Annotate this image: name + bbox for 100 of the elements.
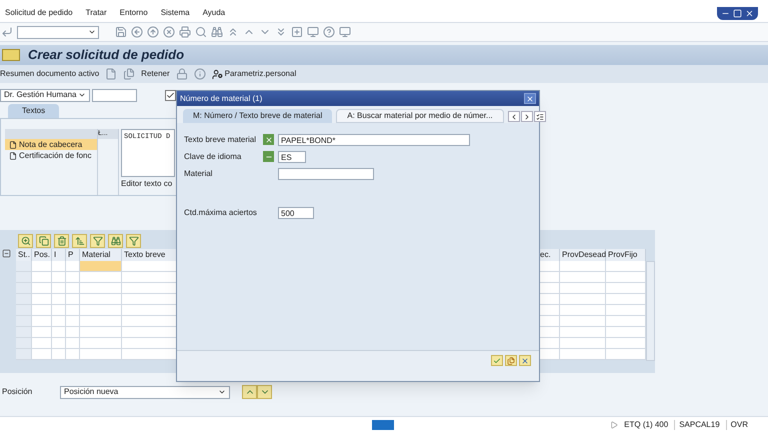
up-button[interactable] [242,385,257,399]
table-cell[interactable] [538,272,560,283]
table-cell[interactable] [32,305,52,316]
table-cell[interactable] [16,305,32,316]
play-icon[interactable] [610,420,618,428]
table-cell[interactable] [66,283,80,294]
table-cell[interactable] [80,272,122,283]
filter-button[interactable] [126,234,141,248]
save-icon[interactable] [115,26,127,38]
tab-list-button[interactable] [534,111,546,122]
info-icon[interactable] [194,68,206,80]
table-cell[interactable] [606,338,646,349]
dialog-tab[interactable]: A: Buscar material por medio de númer... [336,109,504,123]
cancel-button[interactable] [519,355,531,366]
last-page-icon[interactable] [275,26,287,38]
search-icon[interactable] [195,26,207,38]
system-info[interactable]: ETQ (1) 400 [624,420,668,430]
table-cell[interactable] [538,294,560,305]
pattern-option-button[interactable] [263,134,274,145]
table-cell[interactable] [538,316,560,327]
table-cell[interactable] [52,261,66,272]
table-cell[interactable] [538,338,560,349]
table-cell[interactable] [16,316,32,327]
table-cell[interactable] [32,272,52,283]
textos-tab[interactable]: Textos [8,104,60,118]
table-cell[interactable] [32,349,52,360]
table-cell[interactable] [560,349,606,360]
table-cell[interactable] [538,349,560,360]
command-field[interactable] [17,26,99,38]
input-field[interactable] [92,88,137,102]
table-cell[interactable] [560,294,606,305]
table-cell[interactable] [80,305,122,316]
first-page-icon[interactable] [227,26,239,38]
new-window-icon[interactable] [291,26,303,38]
table-cell[interactable] [538,283,560,294]
equal-option-button[interactable] [263,151,274,162]
cancel-icon[interactable] [163,26,175,38]
table-cell[interactable] [560,327,606,338]
table-cell[interactable] [560,261,606,272]
lock-icon[interactable] [176,68,188,80]
table-cell[interactable] [52,316,66,327]
table-cell[interactable] [560,305,606,316]
enter-icon[interactable] [1,26,13,38]
select-all-icon[interactable] [2,249,11,258]
monitor-icon[interactable] [307,26,319,38]
table-cell[interactable] [80,338,122,349]
table-cell[interactable] [32,294,52,305]
personal-settings-button[interactable]: Parametriz.personal [212,68,296,80]
table-cell[interactable] [560,272,606,283]
table-cell[interactable] [606,272,646,283]
table-cell[interactable] [66,261,80,272]
table-cell[interactable] [16,261,32,272]
table-cell[interactable] [560,338,606,349]
table-cell[interactable] [66,305,80,316]
table-cell[interactable] [52,283,66,294]
checkbox[interactable] [165,90,176,100]
table-cell[interactable] [32,261,52,272]
table-cell[interactable] [606,283,646,294]
menu-item[interactable]: Ayuda [202,8,226,18]
table-cell[interactable] [560,316,606,327]
documents-icon[interactable] [123,68,136,80]
zoom-button[interactable] [18,234,33,248]
input-field[interactable]: ES [278,150,306,162]
table-cell[interactable] [606,316,646,327]
confirm-button[interactable] [491,355,503,366]
filter-button[interactable] [90,234,105,248]
table-cell[interactable] [80,327,122,338]
table-cell[interactable] [606,349,646,360]
delete-button[interactable] [54,234,69,248]
table-cell[interactable] [32,283,52,294]
find-button[interactable] [108,234,123,248]
restore-icon[interactable] [733,8,742,18]
copy-button[interactable] [36,234,51,248]
table-cell[interactable] [66,316,80,327]
table-cell[interactable] [66,338,80,349]
back-icon[interactable] [131,26,143,38]
table-cell[interactable] [80,294,122,305]
binoculars-icon[interactable] [211,26,223,38]
table-cell[interactable] [80,283,122,294]
summary-button[interactable]: Resumen documento activo [0,69,100,79]
close-icon[interactable] [745,8,754,18]
table-cell[interactable] [16,294,32,305]
table-cell[interactable] [16,283,32,294]
table-cell[interactable] [16,349,32,360]
table-cell[interactable] [606,327,646,338]
table-cell[interactable] [538,305,560,316]
tree-item[interactable]: Nota de cabecera [5,139,97,150]
table-cell[interactable] [538,327,560,338]
close-button[interactable] [524,93,536,104]
table-cell[interactable] [606,294,646,305]
table-cell[interactable] [606,305,646,316]
input-field[interactable]: PAPEL*BOND* [278,134,470,146]
dialog-tab[interactable]: M: Número / Texto breve de material [183,109,332,123]
table-cell[interactable] [52,338,66,349]
help-icon[interactable] [323,26,335,38]
table-cell[interactable] [52,349,66,360]
hold-button[interactable]: Retener [141,69,170,79]
table-cell[interactable] [52,272,66,283]
position-dropdown[interactable]: Posición nueva [60,386,230,398]
vertical-scrollbar[interactable] [646,261,655,361]
